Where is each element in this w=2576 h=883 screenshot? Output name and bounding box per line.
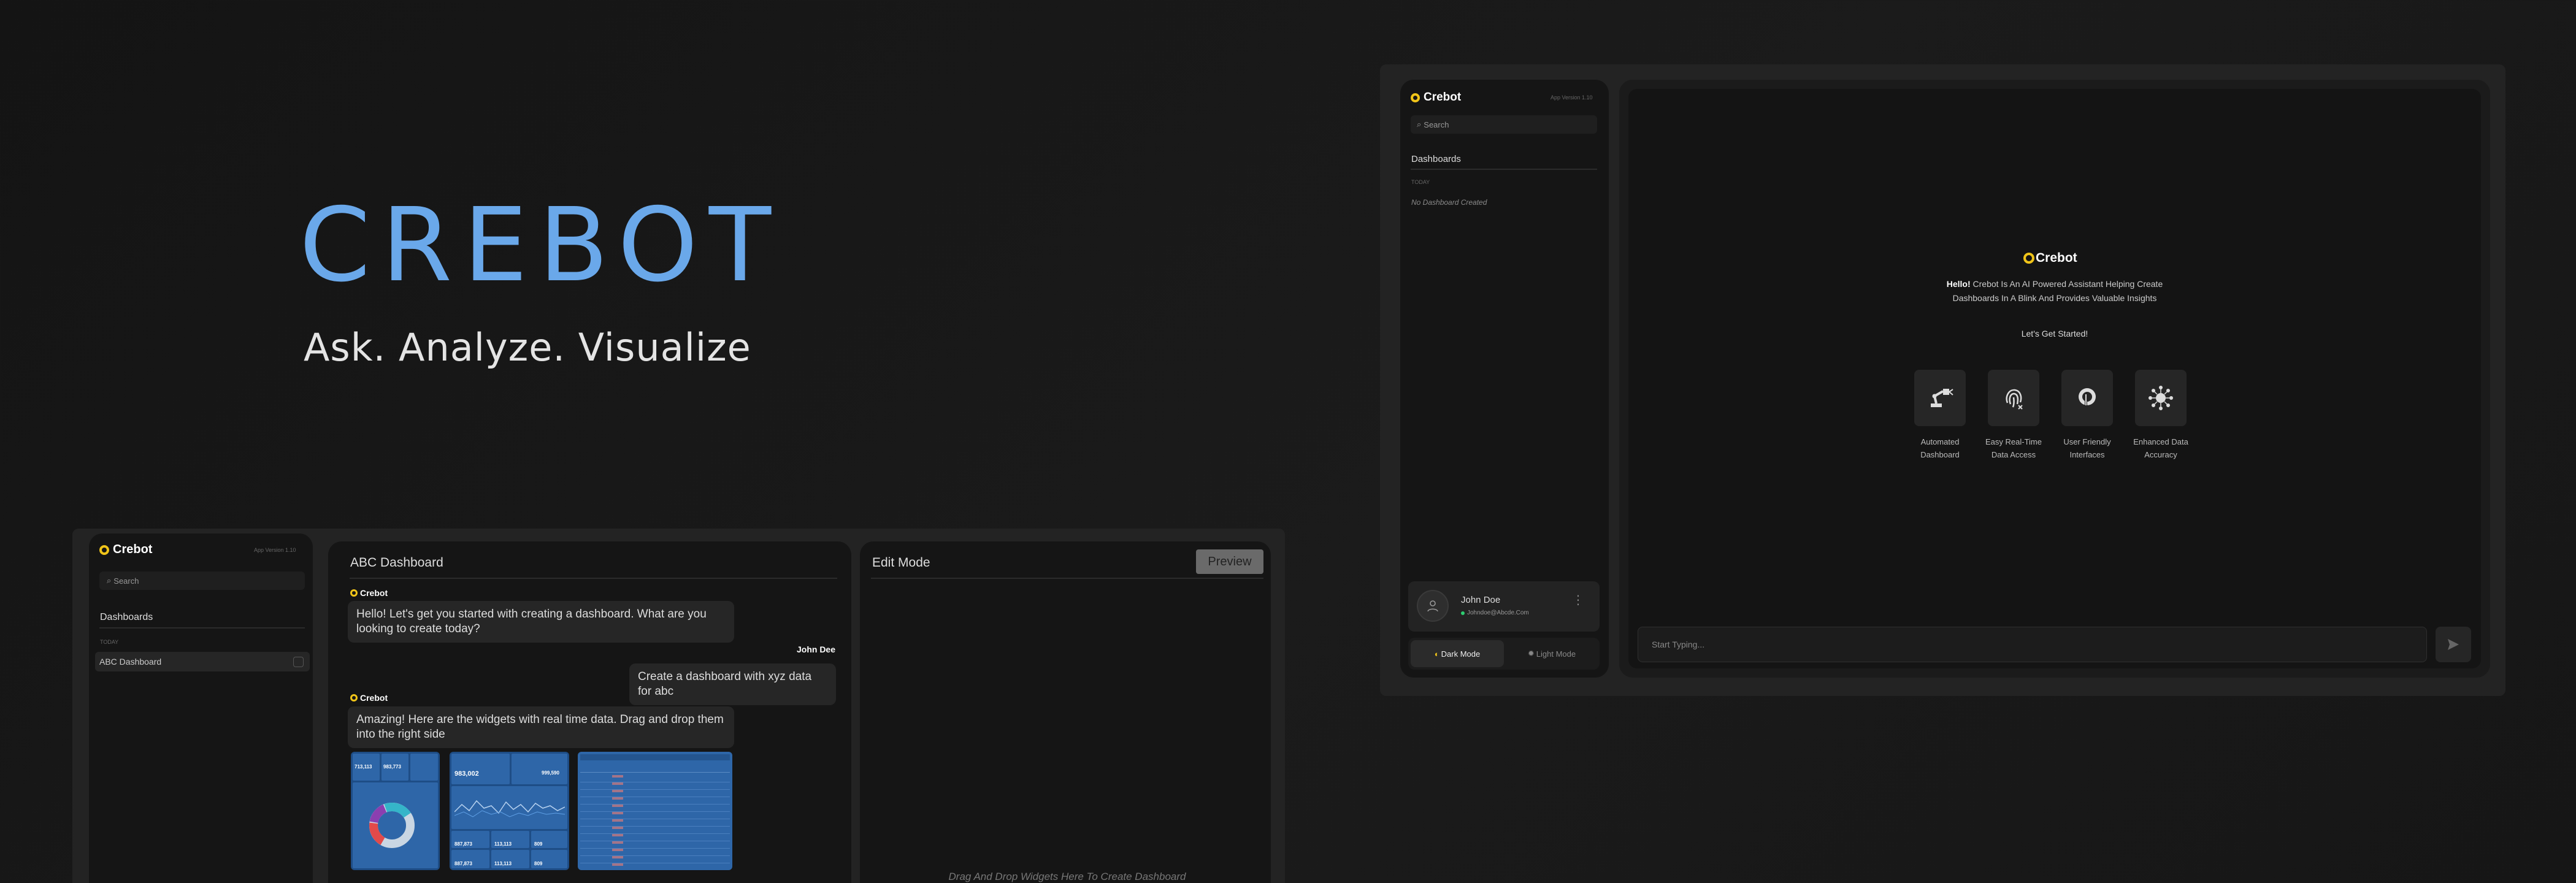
- feature-real-time-data[interactable]: [1988, 370, 2039, 426]
- robot-arm-icon: [1931, 389, 1953, 407]
- edit-mode-panel: [860, 541, 1271, 883]
- send-button[interactable]: [2436, 627, 2471, 662]
- left-brand-name: Crebot: [113, 543, 153, 556]
- kpi-value: 809: [534, 841, 543, 847]
- feature-data-accuracy[interactable]: [2135, 370, 2187, 426]
- kpi-value: 983,773: [383, 764, 401, 770]
- left-app-version: App Version 1.10: [254, 547, 296, 553]
- hero-tagline: Ask. Analyze. Visualize: [304, 325, 751, 370]
- user-email-row: Johndoe@Abcde.Com: [1461, 610, 1529, 616]
- widget-thumbnail-donut[interactable]: 713,113 983,773: [351, 752, 440, 870]
- user-label: John Dee: [796, 644, 835, 654]
- table-rows: [580, 775, 730, 867]
- kpi-tile: [512, 754, 567, 784]
- search-placeholder: Search: [1424, 120, 1449, 129]
- sidebar-item-label: ABC Dashboard: [99, 657, 162, 667]
- kpi-value: 887,873: [454, 861, 472, 866]
- edit-header-divider: [871, 578, 1263, 579]
- sidebar-item-menu-icon[interactable]: [293, 657, 304, 667]
- right-sidebar-logo: Crebot: [1411, 91, 1461, 104]
- crebot-logo-icon: [2023, 253, 2034, 264]
- bot-message-2: Amazing! Here are the widgets with real …: [348, 706, 734, 748]
- user-name: John Doe: [1461, 595, 1501, 605]
- edit-mode-title: Edit Mode: [872, 556, 930, 570]
- kpi-value: 999,590: [542, 770, 559, 776]
- bot-name-2: Crebot: [360, 693, 388, 703]
- bot-label-1: Crebot: [350, 588, 388, 598]
- bot-label-2: Crebot: [350, 693, 388, 703]
- kpi-value: 809: [534, 861, 543, 866]
- left-sidebar-section-dashboards[interactable]: Dashboards: [100, 612, 153, 623]
- kpi-tile: [410, 754, 438, 781]
- search-input[interactable]: ⌕ Search: [1411, 115, 1597, 134]
- left-search-placeholder: Search: [113, 576, 139, 586]
- kpi-tile: [451, 754, 510, 784]
- light-mode-button[interactable]: ✹ Light Mode: [1505, 640, 1598, 667]
- kpi-value: 983,002: [454, 770, 479, 778]
- welcome-cta: Let's Get Started!: [2021, 329, 2088, 338]
- crebot-logo-icon: [350, 589, 358, 597]
- crebot-logo-icon: [350, 694, 358, 701]
- feature-automated-dashboard[interactable]: [1914, 370, 1966, 426]
- user-email: Johndoe@Abcde.Com: [1467, 610, 1529, 616]
- bot-name: Crebot: [360, 588, 388, 598]
- feature-user-friendly[interactable]: [2061, 370, 2113, 426]
- sidebar-section-dashboards[interactable]: Dashboards: [1411, 154, 1461, 164]
- sidebar-divider: [1411, 169, 1597, 170]
- left-sidebar-group-today: TODAY: [100, 639, 119, 645]
- bot-message-1: Hello! Let's get you started with creati…: [348, 601, 734, 643]
- table-highlight-column: [612, 775, 623, 867]
- welcome-hello: Hello!: [1946, 279, 1971, 289]
- kpi-value: 113,113: [494, 861, 512, 866]
- touch-icon: [2079, 388, 2096, 410]
- widget-thumbnail-line[interactable]: 983,002 999,590 887,873 113,113 809 887,…: [450, 752, 569, 870]
- user-icon: [1427, 600, 1438, 612]
- welcome-logo-text: Crebot: [2036, 251, 2077, 265]
- chat-input[interactable]: Start Typing...: [1638, 627, 2427, 662]
- crebot-logo-icon: [1411, 93, 1420, 102]
- fingerprint-icon: [2006, 389, 2023, 410]
- sidebar-group-today: TODAY: [1411, 179, 1430, 185]
- crebot-logo-icon: [99, 545, 109, 555]
- kpi-value: 713,113: [355, 764, 372, 770]
- table-column-headers: [580, 763, 730, 773]
- app-version: App Version 1.10: [1551, 94, 1593, 101]
- avatar[interactable]: [1417, 590, 1449, 622]
- light-mode-label: Light Mode: [1536, 649, 1576, 659]
- dark-mode-button[interactable]: ◐ Dark Mode: [1411, 640, 1504, 667]
- chat-input-placeholder: Start Typing...: [1652, 640, 1705, 649]
- chat-header-divider: [350, 578, 837, 579]
- drop-zone-hint: Drag And Drop Widgets Here To Create Das…: [948, 871, 1186, 882]
- search-icon: ⌕: [107, 576, 112, 585]
- hero-title: CREBOT: [299, 186, 783, 305]
- welcome-logo: Crebot: [2023, 251, 2077, 266]
- left-sidebar-logo: Crebot: [99, 543, 152, 557]
- donut-chart: [369, 803, 415, 848]
- search-icon: ⌕: [1417, 120, 1422, 129]
- preview-button[interactable]: Preview: [1196, 549, 1263, 574]
- kpi-value: 113,113: [494, 841, 512, 847]
- widget-thumbnail-table[interactable]: [578, 752, 732, 870]
- left-search-input[interactable]: ⌕ Search: [99, 571, 305, 590]
- feature-label-accuracy: Enhanced Data Accuracy: [2133, 437, 2188, 459]
- moon-icon: ◐: [1434, 649, 1439, 659]
- welcome-intro: Hello! Crebot Is An AI Powered Assistant…: [1932, 277, 2177, 305]
- brand-name: Crebot: [1424, 91, 1462, 104]
- kpi-value: 887,873: [454, 841, 472, 847]
- user-menu-icon[interactable]: ⋮: [1572, 594, 1584, 606]
- left-sidebar-divider: [99, 627, 305, 629]
- send-icon: [2448, 639, 2459, 650]
- welcome-intro-text: Crebot Is An AI Powered Assistant Helpin…: [1952, 279, 2163, 303]
- sun-icon: ✹: [1527, 649, 1535, 658]
- network-icon: [2149, 386, 2173, 410]
- online-status-dot: [1461, 611, 1465, 615]
- user-message: Create a dashboard with xyz data for abc: [629, 663, 836, 705]
- table-header-bar: [580, 754, 730, 760]
- line-chart: [454, 800, 565, 817]
- right-main-inner: [1628, 89, 2481, 668]
- empty-dashboards-text: No Dashboard Created: [1411, 198, 1487, 207]
- chat-title: ABC Dashboard: [350, 556, 443, 570]
- dark-mode-label: Dark Mode: [1441, 649, 1481, 659]
